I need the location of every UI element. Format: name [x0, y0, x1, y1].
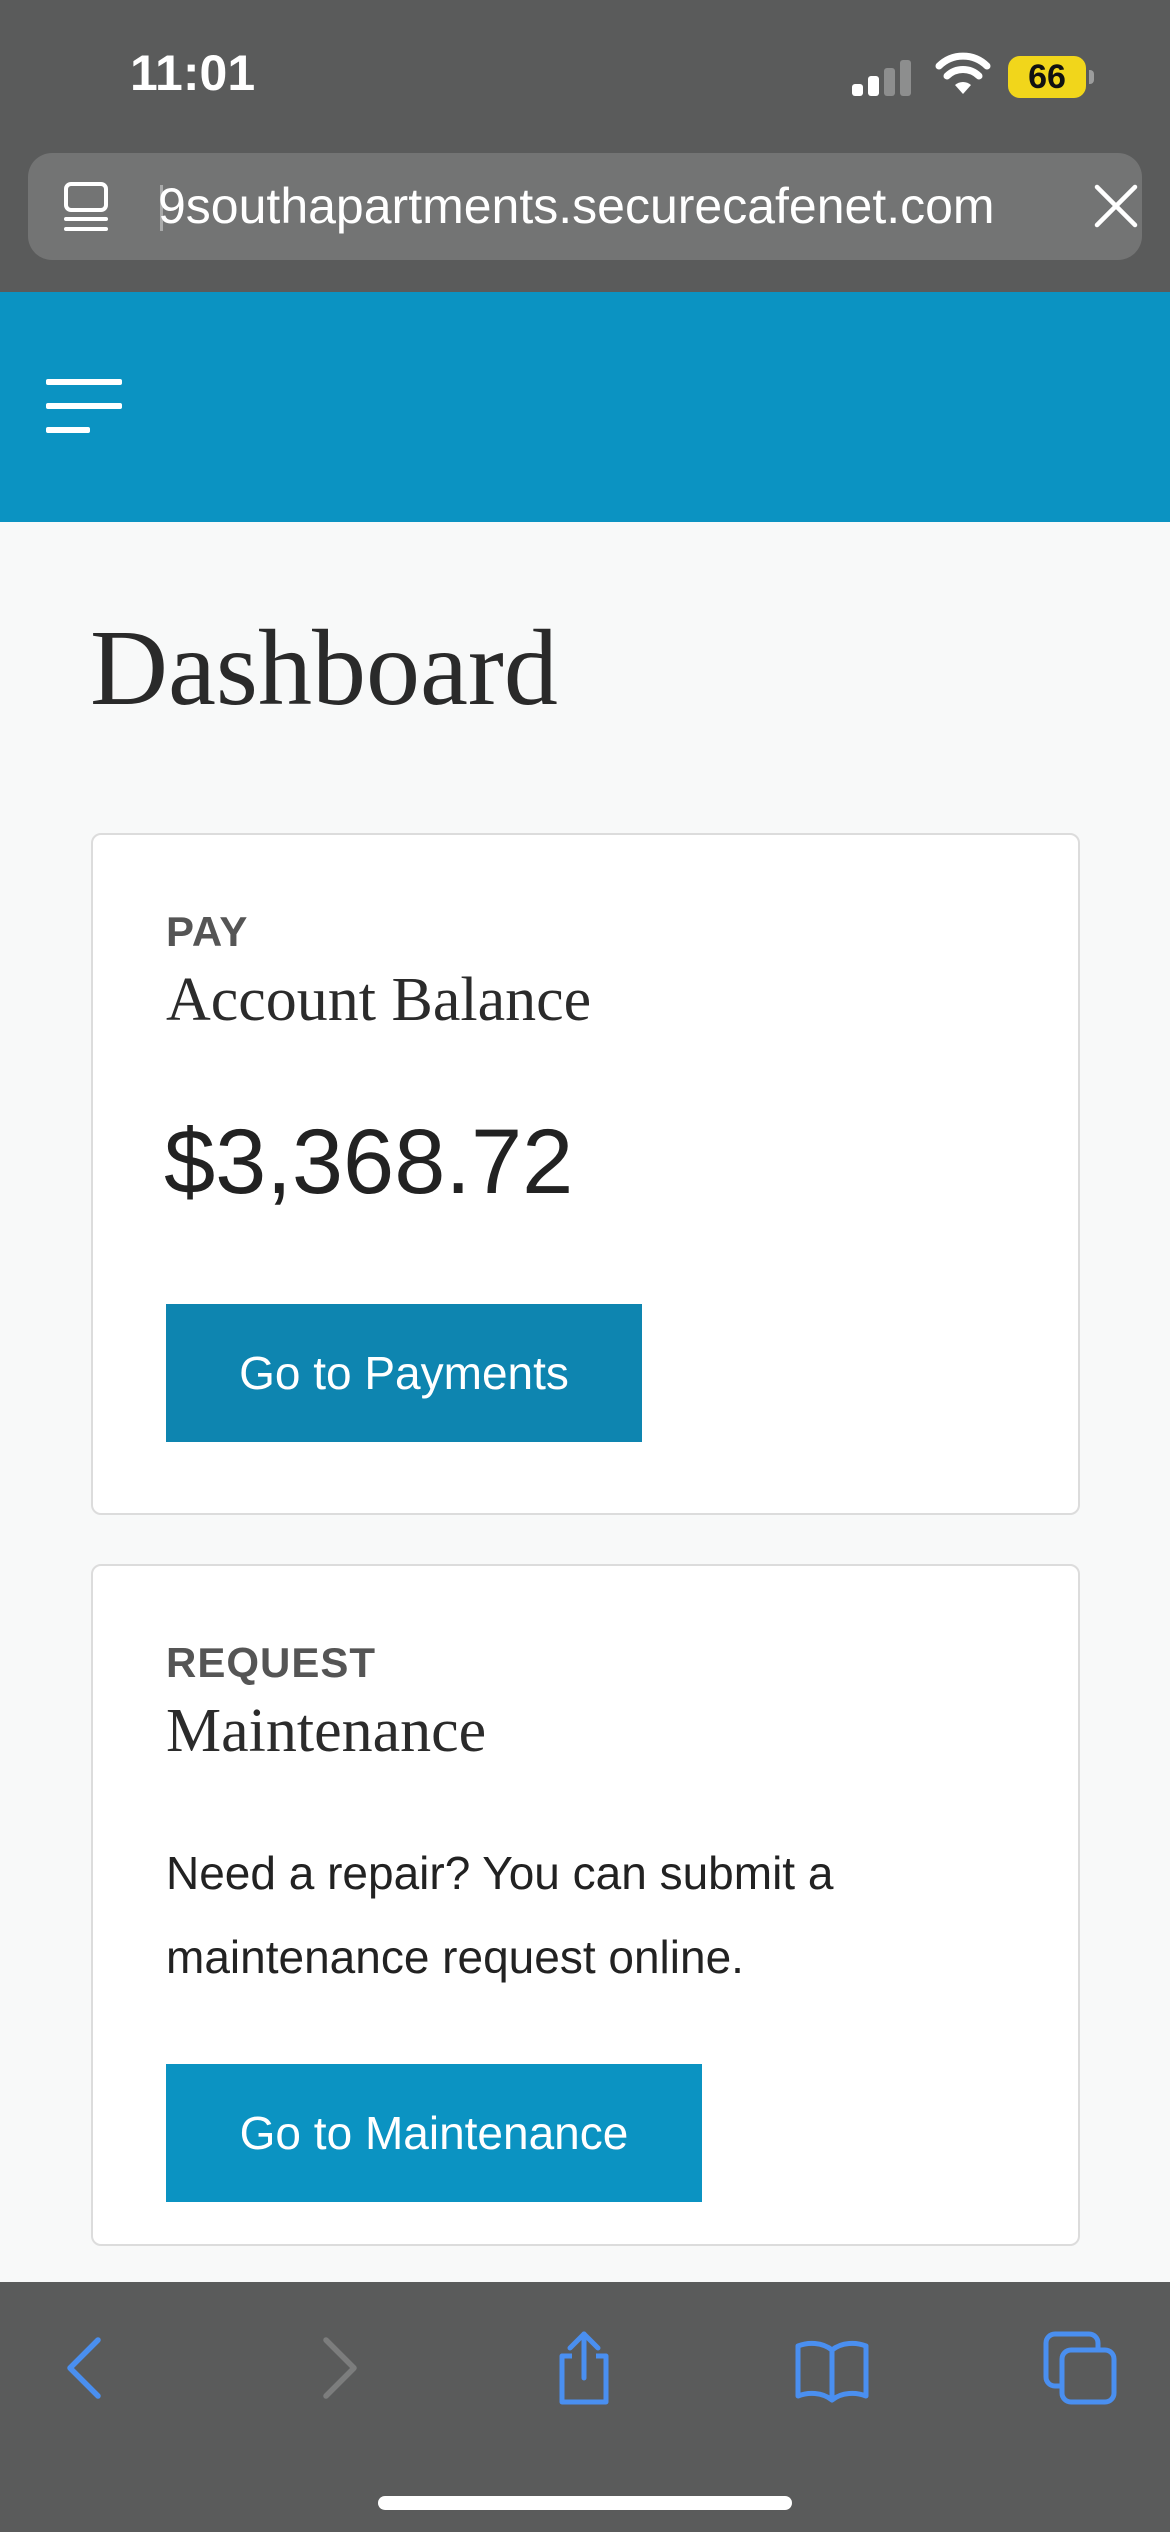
status-time: 11:01 — [130, 45, 256, 101]
page-title: Dashboard — [90, 609, 558, 728]
site-header — [0, 292, 1170, 522]
pay-card-heading: Account Balance — [166, 966, 592, 1034]
screen: 11:01 66 9southapartments.securecafenet.… — [0, 0, 1170, 2532]
page-menu-icon[interactable] — [62, 181, 112, 233]
go-to-maintenance-button[interactable]: Go to Maintenance — [166, 2064, 702, 2202]
hamburger-menu-icon[interactable] — [46, 379, 126, 435]
cellular-signal-icon — [852, 58, 914, 96]
tabs-icon[interactable] — [1040, 2328, 1120, 2408]
battery-level: 66 — [1028, 57, 1066, 96]
pay-card-eyebrow: PAY — [166, 908, 249, 955]
bookmarks-icon[interactable] — [792, 2328, 872, 2408]
share-icon[interactable] — [544, 2328, 624, 2408]
browser-top-bar: 11:01 66 9southapartments.securecafenet.… — [0, 0, 1170, 292]
main-content: Dashboard PAY Account Balance $3,368.72 … — [0, 522, 1170, 2282]
browser-toolbar — [0, 2282, 1170, 2532]
maintenance-card-heading: Maintenance — [166, 1697, 487, 1765]
account-balance: $3,368.72 — [164, 1111, 574, 1213]
close-icon[interactable] — [1091, 181, 1141, 231]
wifi-icon — [935, 52, 991, 94]
url-bar[interactable]: 9southapartments.securecafenet.com — [28, 153, 1142, 260]
maintenance-description: Need a repair? You can submit a maintena… — [166, 1847, 834, 1983]
back-icon[interactable] — [46, 2328, 126, 2408]
maintenance-card: REQUEST Maintenance Need a repair? You c… — [91, 1564, 1080, 2246]
go-to-payments-button[interactable]: Go to Payments — [166, 1304, 642, 1442]
url-text[interactable]: 9southapartments.securecafenet.com — [158, 177, 995, 235]
home-indicator[interactable] — [378, 2496, 792, 2510]
maintenance-card-eyebrow: REQUEST — [166, 1639, 377, 1686]
battery-indicator: 66 — [1008, 56, 1094, 98]
pay-card: PAY Account Balance $3,368.72 Go to Paym… — [91, 833, 1080, 1515]
forward-icon[interactable] — [298, 2328, 378, 2408]
